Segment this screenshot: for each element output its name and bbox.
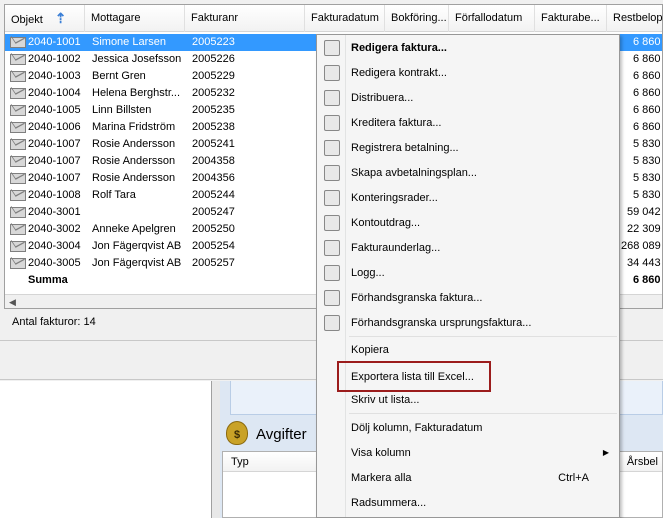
contract-icon bbox=[324, 65, 340, 81]
envelope-icon bbox=[324, 40, 340, 56]
menu-item-redigera-kontrakt[interactable]: Redigera kontrakt... bbox=[319, 62, 617, 84]
col-bokforing[interactable]: Bokföring... bbox=[385, 5, 449, 32]
context-menu: Redigera faktura... Redigera kontrakt...… bbox=[316, 34, 620, 518]
menu-item-fakturaunderlag[interactable]: Fakturaunderlag... bbox=[319, 237, 617, 259]
invoice-basis-icon bbox=[324, 240, 340, 256]
menu-item-dolj-kolumn[interactable]: Dölj kolumn, Fakturadatum bbox=[319, 417, 617, 439]
envelope-icon bbox=[10, 54, 26, 65]
menu-item-forhandsgranska-ursprungsfaktura[interactable]: Förhandsgranska ursprungsfaktura... bbox=[319, 312, 617, 334]
envelope-icon bbox=[10, 37, 26, 48]
col-mottagare[interactable]: Mottagare bbox=[85, 5, 185, 32]
menu-item-radsummera[interactable]: Radsummera... bbox=[319, 492, 617, 514]
scroll-left-icon[interactable]: ◀ bbox=[9, 295, 16, 308]
distribute-icon bbox=[324, 90, 340, 106]
credit-icon bbox=[324, 115, 340, 131]
section-title: Avgifter bbox=[256, 426, 307, 443]
menu-item-redigera-faktura[interactable]: Redigera faktura... bbox=[319, 37, 617, 59]
menu-item-skapa-avbetalningsplan[interactable]: Skapa avbetalningsplan... bbox=[319, 162, 617, 184]
menu-item-skriv-ut-lista[interactable]: Skriv ut lista... bbox=[319, 389, 617, 411]
envelope-icon bbox=[10, 156, 26, 167]
money-bag-icon: $ bbox=[226, 421, 248, 445]
envelope-icon bbox=[10, 139, 26, 150]
envelope-icon bbox=[10, 241, 26, 252]
col-objekt[interactable]: Objekt ⇡ bbox=[5, 5, 85, 32]
col-fakturadatum[interactable]: Fakturadatum bbox=[305, 5, 385, 32]
plan-icon bbox=[324, 165, 340, 181]
envelope-icon bbox=[10, 207, 26, 218]
col-fakturabelopp[interactable]: Fakturabe... bbox=[535, 5, 607, 32]
left-pane bbox=[0, 381, 212, 518]
menu-item-logg[interactable]: Logg... bbox=[319, 262, 617, 284]
menu-item-distribuera[interactable]: Distribuera... bbox=[319, 87, 617, 109]
envelope-icon bbox=[10, 173, 26, 184]
envelope-icon bbox=[10, 122, 26, 133]
envelope-icon bbox=[10, 105, 26, 116]
menu-item-forhandsgranska-faktura[interactable]: Förhandsgranska faktura... bbox=[319, 287, 617, 309]
magnifier-icon bbox=[324, 315, 340, 331]
log-icon bbox=[324, 265, 340, 281]
menu-item-konteringsrader[interactable]: Konteringsrader... bbox=[319, 187, 617, 209]
menu-item-kreditera-faktura[interactable]: Kreditera faktura... bbox=[319, 112, 617, 134]
highlight-box bbox=[337, 361, 491, 392]
envelope-icon bbox=[10, 71, 26, 82]
invoice-count: Antal fakturor: 14 bbox=[12, 316, 96, 328]
grid-header: Objekt ⇡ Mottagare Fakturanr Fakturadatum… bbox=[5, 5, 662, 32]
menu-item-kontoutdrag[interactable]: Kontoutdrag... bbox=[319, 212, 617, 234]
menu-separator bbox=[349, 413, 617, 414]
menu-separator bbox=[349, 336, 617, 337]
payment-icon bbox=[324, 140, 340, 156]
menu-item-kopiera[interactable]: Kopiera bbox=[319, 339, 617, 361]
statement-icon bbox=[324, 215, 340, 231]
col-restbelopp[interactable]: Restbelopp bbox=[607, 5, 662, 32]
col-fakturanr[interactable]: Fakturanr bbox=[185, 5, 305, 32]
magnifier-icon bbox=[324, 290, 340, 306]
col-typ[interactable]: Typ bbox=[231, 456, 249, 468]
pane-splitter[interactable] bbox=[212, 381, 220, 518]
envelope-icon bbox=[10, 88, 26, 99]
sort-ascending-icon: ⇡ bbox=[54, 10, 67, 26]
col-arsbelopp[interactable]: Årsbel bbox=[627, 452, 658, 472]
menu-item-visa-kolumn[interactable]: Visa kolumn ▶ bbox=[319, 442, 617, 464]
menu-item-markera-alla[interactable]: Markera alla Ctrl+A bbox=[319, 467, 617, 489]
envelope-icon bbox=[10, 224, 26, 235]
envelope-icon bbox=[10, 258, 26, 269]
submenu-arrow-icon: ▶ bbox=[602, 448, 609, 457]
menu-item-registrera-betalning[interactable]: Registrera betalning... bbox=[319, 137, 617, 159]
grid-icon bbox=[324, 190, 340, 206]
envelope-icon bbox=[10, 190, 26, 201]
col-forfallodatum[interactable]: Förfallodatum bbox=[449, 5, 535, 32]
